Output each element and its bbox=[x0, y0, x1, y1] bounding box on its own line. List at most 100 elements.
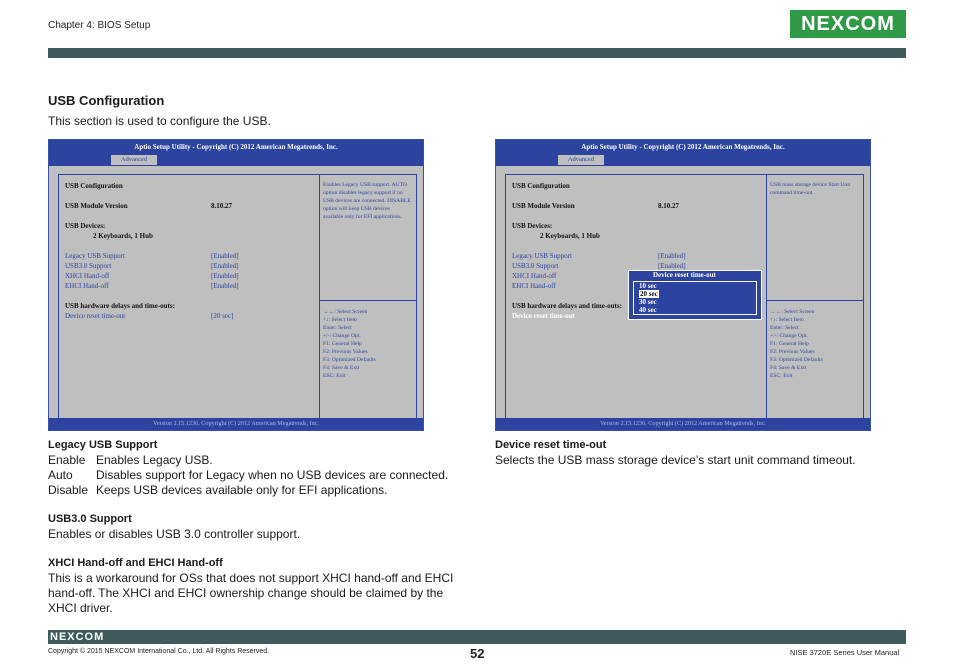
help-text: Enables Legacy USB support. AUTO option … bbox=[323, 182, 411, 220]
popup-options-list: 10 sec 20 sec 30 sec 40 sec bbox=[633, 281, 757, 315]
legacy-usb-option[interactable]: Legacy USB Support bbox=[65, 252, 125, 260]
popup-option-20[interactable]: 20 sec bbox=[639, 290, 659, 298]
legacy-title: Legacy USB Support bbox=[48, 439, 158, 451]
option-key: Disable bbox=[48, 483, 89, 497]
key-hint: Enter: Select bbox=[770, 325, 799, 331]
usb3-value[interactable]: [Enabled] bbox=[658, 262, 686, 270]
xhci-value[interactable]: [Enabled] bbox=[211, 272, 239, 280]
bios-footer: Version 2.15.1236. Copyright (C) 2012 Am… bbox=[496, 418, 870, 430]
usb3-value[interactable]: [Enabled] bbox=[211, 262, 239, 270]
device-reset-option[interactable]: Device reset time-out bbox=[65, 312, 125, 320]
usb-devices-value: 2 Keyboards, 1 Hub bbox=[540, 232, 600, 240]
bios-keys-panel: →←: Select Screen ↑↓: Select Item Enter:… bbox=[319, 300, 417, 420]
usb-config-heading: USB Configuration bbox=[65, 182, 123, 190]
key-hint: ESC: Exit bbox=[323, 373, 346, 379]
bios-screen-main: Aptio Setup Utility - Copyright (C) 2012… bbox=[48, 139, 424, 431]
footer-square-icon bbox=[890, 630, 897, 637]
bios-main-panel: USB Configuration USB Module Version 8.1… bbox=[58, 174, 320, 420]
footer-square-icon bbox=[899, 637, 906, 644]
key-hint: F2: Previous Values bbox=[770, 349, 815, 355]
key-hint: Enter: Select bbox=[323, 325, 352, 331]
key-hint: ESC: Exit bbox=[770, 373, 793, 379]
xhci-option[interactable]: XHCI Hand-off bbox=[65, 272, 109, 280]
option-key: Enable bbox=[48, 453, 86, 467]
key-hint: F3: Optimized Defaults bbox=[323, 357, 376, 363]
option-desc: Keeps USB devices available only for EFI… bbox=[96, 483, 388, 497]
page-number: 52 bbox=[470, 646, 485, 661]
xhci-option[interactable]: XHCI Hand-off bbox=[512, 272, 556, 280]
usb3-option[interactable]: USB3.0 Support bbox=[512, 262, 558, 270]
popup-option-40[interactable]: 40 sec bbox=[639, 306, 657, 314]
tab-advanced[interactable]: Advanced bbox=[558, 155, 604, 165]
key-hint: F4: Save & Exit bbox=[323, 365, 360, 371]
reset-title: Device reset time-out bbox=[495, 439, 607, 451]
bios-help-panel: USB mass storage device Start Unit comma… bbox=[766, 174, 864, 301]
key-hint: F1: General Help bbox=[323, 341, 362, 347]
legacy-row-auto: Auto Disables support for Legacy when no … bbox=[48, 468, 478, 483]
bios-help-panel: Enables Legacy USB support. AUTO option … bbox=[319, 174, 417, 301]
header-divider-bar bbox=[48, 48, 906, 58]
usb3-desc: Enables or disables USB 3.0 controller s… bbox=[48, 527, 301, 541]
key-hint: ↑↓: Select Item bbox=[323, 317, 357, 323]
key-hint: F1: General Help bbox=[770, 341, 809, 347]
footer-logo: NEXCOM bbox=[50, 631, 105, 643]
key-hint: ↑↓: Select Item bbox=[770, 317, 804, 323]
bios-tabbar: Advanced bbox=[49, 154, 423, 166]
ehci-value[interactable]: [Enabled] bbox=[211, 282, 239, 290]
key-hint: F2: Previous Values bbox=[323, 349, 368, 355]
popup-option-30[interactable]: 30 sec bbox=[639, 298, 657, 306]
chapter-label: Chapter 4: BIOS Setup bbox=[48, 20, 151, 31]
option-desc: Enables Legacy USB. bbox=[96, 453, 213, 467]
usb3-title: USB3.0 Support bbox=[48, 513, 132, 525]
legacy-row-disable: Disable Keeps USB devices available only … bbox=[48, 483, 478, 498]
ehci-option[interactable]: EHCI Hand-off bbox=[512, 282, 556, 290]
section-intro: This section is used to configure the US… bbox=[48, 114, 271, 128]
option-desc: Disables support for Legacy when no USB … bbox=[96, 468, 449, 482]
footer-bar bbox=[48, 630, 906, 644]
module-version-value: 8.10.27 bbox=[211, 202, 232, 210]
bios-screen-popup: Aptio Setup Utility - Copyright (C) 2012… bbox=[495, 139, 871, 431]
manual-title: NISE 3720E Series User Manual bbox=[790, 648, 900, 657]
copyright-text: Copyright © 2015 NEXCOM International Co… bbox=[48, 648, 270, 655]
bios-title: Aptio Setup Utility - Copyright (C) 2012… bbox=[496, 140, 870, 154]
popup-option-10[interactable]: 10 sec bbox=[639, 282, 657, 290]
section-title: USB Configuration bbox=[48, 93, 165, 108]
module-version-label: USB Module Version bbox=[512, 202, 575, 210]
bios-footer: Version 2.15.1236. Copyright (C) 2012 Am… bbox=[49, 418, 423, 430]
key-hint: F3: Optimized Defaults bbox=[770, 357, 823, 363]
legacy-usb-value[interactable]: [Enabled] bbox=[211, 252, 239, 260]
bios-tabbar: Advanced bbox=[496, 154, 870, 166]
usb-devices-value: 2 Keyboards, 1 Hub bbox=[93, 232, 153, 240]
usb-config-heading: USB Configuration bbox=[512, 182, 570, 190]
legacy-usb-option[interactable]: Legacy USB Support bbox=[512, 252, 572, 260]
key-hint: →←: Select Screen bbox=[323, 309, 368, 315]
bios-title: Aptio Setup Utility - Copyright (C) 2012… bbox=[49, 140, 423, 154]
xhci-desc: This is a workaround for OSs that does n… bbox=[48, 571, 454, 615]
popup-title: Device reset time-out bbox=[653, 271, 716, 279]
device-reset-option[interactable]: Device reset time-out bbox=[512, 312, 575, 320]
module-version-value: 8.10.27 bbox=[658, 202, 679, 210]
help-text: USB mass storage device Start Unit comma… bbox=[770, 182, 851, 196]
device-reset-value[interactable]: [20 sec] bbox=[211, 312, 233, 320]
delays-heading: USB hardware delays and time-outs: bbox=[65, 302, 175, 310]
legacy-usb-value[interactable]: [Enabled] bbox=[658, 252, 686, 260]
reset-desc: Selects the USB mass storage device’s st… bbox=[495, 453, 856, 467]
usb3-option[interactable]: USB3.0 Support bbox=[65, 262, 111, 270]
key-hint: →←: Select Screen bbox=[770, 309, 815, 315]
option-key: Auto bbox=[48, 468, 73, 482]
xhci-title: XHCI Hand-off and EHCI Hand-off bbox=[48, 557, 223, 569]
delays-heading: USB hardware delays and time-outs: bbox=[512, 302, 622, 310]
nexcom-logo: NEXCOM bbox=[790, 10, 906, 38]
usb-devices-label: USB Devices: bbox=[65, 222, 106, 230]
ehci-option[interactable]: EHCI Hand-off bbox=[65, 282, 109, 290]
key-hint: +/-: Change Opt. bbox=[770, 333, 808, 339]
legacy-options-list: Enable Enables Legacy USB. Auto Disables s… bbox=[48, 453, 478, 498]
bios-keys-panel: →←: Select Screen ↑↓: Select Item Enter:… bbox=[766, 300, 864, 420]
tab-advanced[interactable]: Advanced bbox=[111, 155, 157, 165]
key-hint: +/-: Change Opt. bbox=[323, 333, 361, 339]
usb-devices-label: USB Devices: bbox=[512, 222, 553, 230]
legacy-row-enable: Enable Enables Legacy USB. bbox=[48, 453, 478, 468]
module-version-label: USB Module Version bbox=[65, 202, 128, 210]
key-hint: F4: Save & Exit bbox=[770, 365, 807, 371]
device-reset-popup[interactable]: Device reset time-out 10 sec 20 sec 30 s… bbox=[628, 270, 762, 320]
